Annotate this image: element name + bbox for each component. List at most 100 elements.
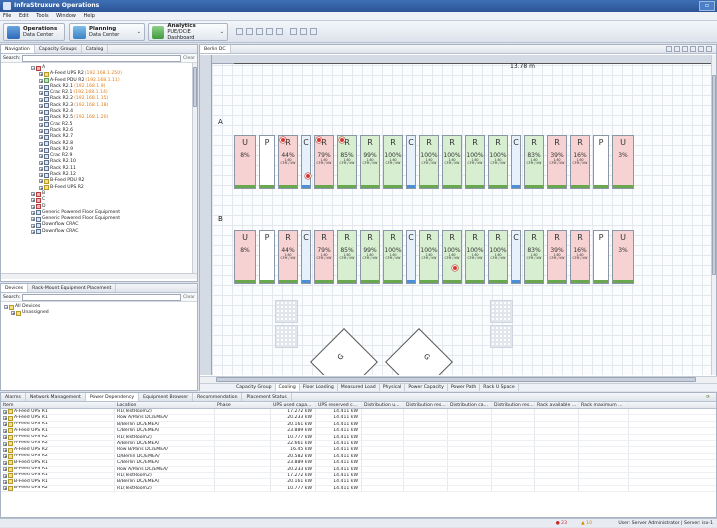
expand-icon[interactable]: + — [3, 473, 7, 478]
tab-recommendation[interactable]: Recommendation — [193, 393, 243, 401]
layout-icon[interactable] — [666, 46, 672, 52]
column-header[interactable]: Rack maximum ... — [579, 402, 629, 408]
layout-icon[interactable] — [310, 28, 317, 35]
expand-icon[interactable]: + — [31, 192, 35, 197]
expand-icon[interactable]: + — [31, 223, 35, 228]
expand-icon[interactable]: + — [39, 85, 43, 90]
view-tab-power-path[interactable]: Power Path — [448, 384, 481, 391]
rack-row-b-12[interactable]: R 100% 1.60 CFM / kW — [465, 230, 485, 284]
rack-row-a-11[interactable]: R 100% 1.60 CFM / kW — [442, 135, 462, 189]
collapse-icon[interactable]: − — [31, 66, 35, 71]
column-header[interactable]: Distribution u... — [362, 402, 404, 408]
rack-row-a-8[interactable]: R 100% 1.60 CFM / kW — [383, 135, 403, 189]
expand-icon[interactable]: + — [3, 422, 7, 427]
rack-row-b-18[interactable]: P — [593, 230, 609, 284]
tab-rack-mount-placement[interactable]: Rack-Mount Equipment Placement — [28, 284, 117, 292]
rack-row-b-5[interactable]: R 79% 1.60 CFM / kW — [314, 230, 334, 284]
expand-icon[interactable]: + — [31, 198, 35, 203]
export-icon[interactable] — [300, 28, 307, 35]
scroll-thumb[interactable] — [193, 67, 197, 107]
rack-row-b-2[interactable]: P — [259, 230, 275, 284]
rack-alarm-badge[interactable] — [339, 137, 345, 143]
alarm-marker[interactable] — [452, 265, 458, 271]
expand-icon[interactable]: + — [39, 72, 43, 77]
rack-row-a-15[interactable]: R 83% 1.60 CFM / kW — [524, 135, 544, 189]
expand-icon[interactable]: + — [31, 229, 35, 234]
column-header[interactable]: Phase — [215, 402, 271, 408]
view-tab-cooling[interactable]: Cooling — [275, 384, 300, 391]
rack-alarm-badge[interactable] — [280, 137, 286, 143]
zoom-out-icon[interactable] — [690, 46, 696, 52]
clear-search-button[interactable]: Clear — [183, 56, 195, 61]
expand-icon[interactable]: + — [39, 154, 43, 159]
rack-row-a-1[interactable]: U 8% — [234, 135, 256, 189]
menu-window[interactable]: Window — [56, 13, 76, 19]
expand-icon[interactable]: + — [39, 78, 43, 83]
rack-row-a-2[interactable]: P — [259, 135, 275, 189]
rack-row-a-6[interactable]: R 85% 1.60 CFM / kW — [337, 135, 357, 189]
expand-icon[interactable]: + — [3, 486, 7, 491]
tree-item-unassigned[interactable]: + Unassigned — [4, 310, 194, 316]
column-header[interactable]: Item — [1, 402, 115, 408]
rack-row-b-9[interactable]: C — [406, 230, 416, 284]
expand-icon[interactable]: + — [39, 91, 43, 96]
print-icon[interactable] — [290, 28, 297, 35]
column-header[interactable]: Location — [115, 402, 215, 408]
view-tab-capacity-group[interactable]: Capacity Group — [233, 384, 276, 391]
rack-row-a-7[interactable]: R 99% 1.60 CFM / kW — [360, 135, 380, 189]
expand-icon[interactable]: + — [39, 166, 43, 171]
perspective-analytics-button[interactable]: Analytics PUE/DCiE Dashboard ⌄ — [148, 23, 228, 41]
rack-row-a-4[interactable]: C — [301, 135, 311, 189]
rack-row-a-10[interactable]: R 100% 1.60 CFM / kW — [419, 135, 439, 189]
rack-row-b-7[interactable]: R 99% 1.60 CFM / kW — [360, 230, 380, 284]
column-header[interactable]: Distribution res... — [404, 402, 448, 408]
rack-row-b-13[interactable]: R 100% 1.60 CFM / kW — [488, 230, 508, 284]
navigation-search-input[interactable] — [22, 54, 181, 62]
tab-equipment-browser[interactable]: Equipment Browser — [139, 393, 194, 401]
expand-icon[interactable]: + — [3, 435, 7, 440]
alarm-marker[interactable] — [305, 173, 311, 179]
scroll-thumb[interactable] — [216, 377, 696, 382]
expand-icon[interactable]: + — [3, 454, 7, 459]
perspective-planning-button[interactable]: Planning Data Center ⌄ — [69, 23, 145, 41]
tab-devices[interactable]: Devices — [1, 284, 29, 292]
expand-icon[interactable]: + — [31, 210, 35, 215]
navigation-hscrollbar[interactable] — [1, 273, 197, 279]
rack-row-b-6[interactable]: R 85% 1.60 CFM / kW — [337, 230, 357, 284]
expand-icon[interactable]: + — [39, 141, 43, 146]
fit-icon[interactable] — [698, 46, 704, 52]
floor-equipment-g2[interactable] — [385, 328, 453, 375]
column-header[interactable]: Rack available ... — [535, 402, 579, 408]
expand-icon[interactable]: + — [39, 97, 43, 102]
menu-help[interactable]: Help — [83, 13, 94, 19]
rack-row-b-14[interactable]: C — [511, 230, 521, 284]
perspective-operations-button[interactable]: Operations Data Center — [3, 23, 65, 41]
rack-row-a-14[interactable]: C — [511, 135, 521, 189]
view-tab-power-capacity[interactable]: Power Capacity — [405, 384, 448, 391]
save-icon[interactable] — [236, 28, 243, 35]
column-header[interactable]: Distribution res... — [492, 402, 535, 408]
menu-tools[interactable]: Tools — [36, 13, 48, 19]
rack-row-a-17[interactable]: R 16% 1.60 CFM / kW — [570, 135, 590, 189]
grid-icon[interactable] — [674, 46, 680, 52]
tab-alarms[interactable]: Alarms — [1, 393, 26, 401]
expand-icon[interactable]: + — [39, 122, 43, 127]
column-header[interactable]: Distribution ca... — [448, 402, 492, 408]
expand-icon[interactable]: + — [39, 135, 43, 140]
expand-icon[interactable]: + — [3, 428, 7, 433]
delete-icon[interactable] — [276, 28, 283, 35]
rack-row-a-19[interactable]: U 3% — [612, 135, 634, 189]
scroll-thumb[interactable] — [712, 75, 716, 275]
table-row[interactable]: + B-Feed UPS R2 R1(TestRoom2) 10.777 kW 14.4… — [1, 485, 716, 493]
expand-icon[interactable]: + — [3, 479, 7, 484]
floor-equipment-g1[interactable] — [310, 328, 378, 375]
expand-icon[interactable]: + — [39, 110, 43, 115]
tree-item[interactable]: + Downflow CRAC — [31, 229, 192, 235]
expand-icon[interactable]: + — [39, 185, 43, 190]
rack-row-a-3[interactable]: R 44% 1.60 CFM / kW — [278, 135, 298, 189]
rack-row-a-13[interactable]: R 100% 1.60 CFM / kW — [488, 135, 508, 189]
expand-icon[interactable]: + — [11, 311, 15, 316]
collapse-icon[interactable]: − — [4, 305, 8, 310]
menu-edit[interactable]: Edit — [19, 13, 29, 19]
view-tab-measured-load[interactable]: Measured Load — [338, 384, 380, 391]
